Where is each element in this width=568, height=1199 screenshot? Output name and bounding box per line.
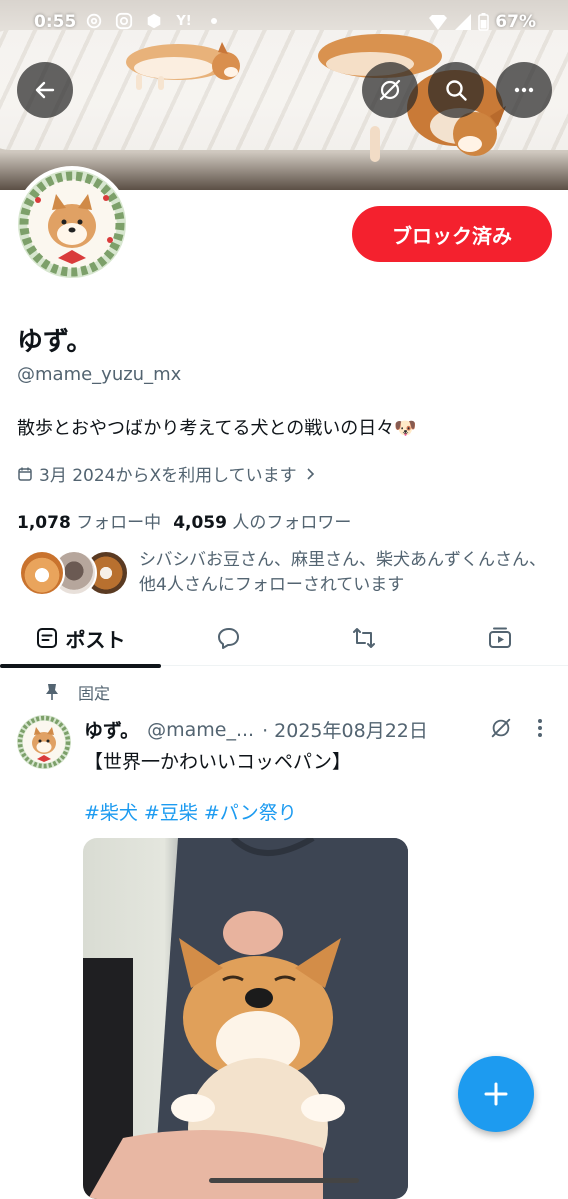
media-icon <box>488 627 511 648</box>
chevron-right-icon <box>307 467 314 480</box>
status-time: 0:55 <box>34 12 77 32</box>
gesture-navigation-handle[interactable] <box>209 1178 359 1183</box>
post-photo-dog <box>83 838 408 1199</box>
tab-reposts[interactable] <box>296 610 431 666</box>
battery-percent: 67% <box>495 12 536 32</box>
post-more-button[interactable] <box>530 716 550 744</box>
signal-icon <box>455 14 472 30</box>
post-avatar-image <box>17 715 71 769</box>
threads-icon <box>84 11 104 31</box>
followers-label: 人のフォロワー <box>232 513 352 533</box>
search-button[interactable] <box>428 62 484 118</box>
arrow-left-icon <box>35 81 55 99</box>
status-notification-icons: Y! <box>84 11 224 31</box>
plus-icon <box>484 1082 508 1106</box>
pinned-label-row: 固定 <box>44 680 110 704</box>
active-tab-indicator <box>0 664 161 668</box>
post-date[interactable]: · 2025年08月22日 <box>262 716 428 743</box>
tab-replies[interactable] <box>161 610 296 666</box>
compose-post-button[interactable] <box>458 1056 534 1132</box>
avatar-image <box>18 170 126 278</box>
tab-posts-label: ポスト <box>65 627 126 652</box>
mute-icon <box>379 79 401 101</box>
pinned-text: 固定 <box>78 684 111 703</box>
reply-icon <box>217 628 239 649</box>
hashtag-link[interactable]: #豆柴 <box>144 798 198 825</box>
following-label: フォロー中 <box>76 513 162 533</box>
mute-button[interactable] <box>362 62 418 118</box>
mutual-follower-avatar <box>19 550 65 596</box>
followers-link[interactable]: 4,059 人のフォロワー <box>173 508 351 533</box>
tab-posts[interactable]: ポスト <box>0 610 161 668</box>
joined-text: 3月 2024からXを利用しています <box>39 466 297 486</box>
post-author-name[interactable]: ゆず。 <box>84 716 139 743</box>
repost-icon <box>352 628 375 648</box>
yahoo-icon: Y! <box>176 13 192 29</box>
post-mute-button[interactable] <box>489 716 513 744</box>
hashtag-link[interactable]: #パン祭り <box>204 798 297 825</box>
back-button[interactable] <box>17 62 73 118</box>
more-vertical-icon <box>538 719 542 737</box>
avatar-wreath-dog <box>19 171 125 277</box>
post-hashtags: #柴犬 #豆柴 #パン祭り <box>84 798 297 825</box>
followers-count: 4,059 <box>173 513 227 533</box>
profile-display-name: ゆず。 <box>17 327 93 357</box>
followed-by-row[interactable]: シバシバお豆さん、麻里さん、柴犬あんずくんさん、他4人さんにフォローされています <box>17 548 557 600</box>
battery-icon <box>478 13 490 31</box>
following-link[interactable]: 1,078 フォロー中 <box>17 508 161 533</box>
wifi-icon <box>429 15 448 30</box>
status-system-icons: 67% <box>428 12 536 32</box>
tab-media[interactable] <box>431 610 568 666</box>
profile-bio: 散歩とおやつばかり考えてる犬との戦いの日々🐶 <box>17 418 417 439</box>
post-tab-icon <box>36 628 57 648</box>
app-icon <box>144 11 164 31</box>
profile-avatar[interactable] <box>14 166 130 282</box>
more-options-button[interactable] <box>496 62 552 118</box>
calendar-icon <box>18 467 32 481</box>
post-header: ゆず。 @mame_... · 2025年08月22日 <box>84 716 428 743</box>
profile-handle: @mame_yuzu_mx <box>17 364 182 385</box>
search-icon <box>446 80 467 101</box>
blocked-button[interactable]: ブロック済み <box>352 206 552 262</box>
joined-date-link[interactable]: 3月 2024からXを利用しています <box>17 461 317 486</box>
more-horizontal-icon <box>514 87 534 93</box>
dot-icon <box>204 11 224 31</box>
status-bar: 0:55 Y! 67% <box>0 0 568 46</box>
follow-stats: 1,078 フォロー中 4,059 人のフォロワー <box>17 508 351 533</box>
profile-tabs: ポスト <box>0 610 568 668</box>
pin-icon <box>46 684 58 700</box>
post-author-handle[interactable]: @mame_... <box>147 719 254 741</box>
mute-icon <box>491 718 511 738</box>
post-author-avatar[interactable] <box>17 715 71 769</box>
followed-by-text: シバシバお豆さん、麻里さん、柴犬あんずくんさん、他4人さんにフォローされています <box>139 550 546 595</box>
post-text: 【世界一かわいいコッペパン】 <box>84 751 351 773</box>
following-count: 1,078 <box>17 513 71 533</box>
post-media-image[interactable] <box>83 838 408 1199</box>
instagram-icon <box>114 11 134 31</box>
hashtag-link[interactable]: #柴犬 <box>84 798 138 825</box>
